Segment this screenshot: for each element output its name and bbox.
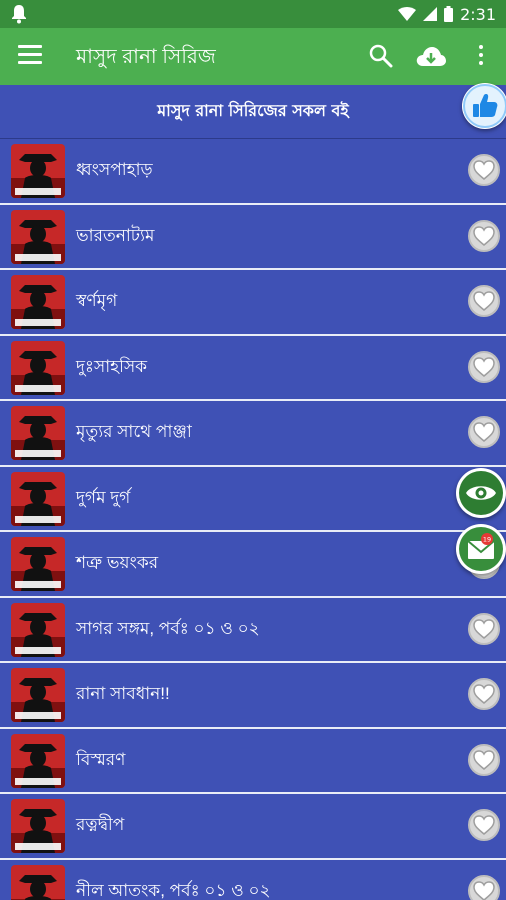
thumbs-up-button[interactable]	[462, 83, 506, 129]
favorite-heart-icon[interactable]	[468, 612, 500, 645]
book-cover-image	[11, 471, 65, 526]
book-row[interactable]: দুর্গম দুর্গ	[0, 467, 506, 532]
favorite-heart-icon[interactable]	[468, 678, 500, 710]
book-row[interactable]: সাগর সঙ্গম, পর্বঃ ০১ ও ০২	[0, 598, 506, 663]
favorite-heart-icon[interactable]	[468, 219, 500, 252]
book-row[interactable]: স্বর্ণমৃগ	[0, 270, 506, 336]
list-header-title: মাসুদ রানা সিরিজের সকল বই	[157, 101, 349, 120]
book-cover-image	[11, 406, 65, 460]
favorite-heart-icon[interactable]	[468, 154, 500, 186]
book-list: ধ্বংসপাহাড় ভারতনাট্যম স্বর্ণমৃগ দুঃসাহস…	[0, 139, 506, 900]
book-row[interactable]: নীল আতংক, পর্বঃ ০১ ও ০২	[0, 860, 506, 900]
eye-icon	[459, 471, 503, 515]
signal-icon	[423, 7, 438, 21]
book-title: ভারতনাট্যম	[76, 225, 155, 245]
more-vert-icon[interactable]	[474, 42, 488, 70]
search-icon[interactable]	[368, 43, 394, 69]
book-row[interactable]: ধ্বংসপাহাড়	[0, 139, 506, 205]
book-row[interactable]: বিস্মরণ	[0, 729, 506, 794]
book-title: ধ্বংসপাহাড়	[76, 160, 153, 179]
app-bar: মাসুদ রানা সিরিজ	[0, 28, 506, 85]
book-title: নীল আতংক, পর্বঃ ০১ ও ০২	[76, 880, 271, 900]
book-cover-image	[11, 144, 65, 198]
book-cover-image	[11, 799, 65, 853]
book-title: সাগর সঙ্গম, পর্বঃ ০১ ও ০২	[76, 618, 260, 638]
book-row[interactable]: রত্নদ্বীপ	[0, 794, 506, 860]
app-title: মাসুদ রানা সিরিজ	[76, 46, 216, 68]
favorite-heart-icon[interactable]	[468, 416, 500, 448]
thumbs-up-icon	[463, 84, 506, 128]
eye-button[interactable]	[456, 468, 506, 518]
book-cover-image	[11, 602, 65, 657]
book-title: বিস্মরণ	[76, 749, 126, 769]
book-title: দুঃসাহসিক	[76, 356, 148, 376]
favorite-heart-icon[interactable]	[468, 285, 500, 317]
mail-icon: 19	[459, 527, 503, 571]
book-cover-image	[11, 209, 65, 264]
cloud-download-icon[interactable]	[415, 42, 447, 70]
mail-badge: 19	[483, 536, 491, 544]
book-title: মৃত্যুর সাথে পাঞ্জা	[76, 422, 192, 441]
favorite-heart-icon[interactable]	[468, 350, 500, 383]
book-cover-image	[11, 864, 65, 900]
book-row[interactable]: ভারতনাট্যম	[0, 205, 506, 270]
book-title: রত্নদ্বীপ	[76, 815, 125, 834]
wifi-icon	[398, 7, 417, 21]
book-row[interactable]: রানা সাবধান!!	[0, 663, 506, 729]
book-row[interactable]: দুঃসাহসিক	[0, 336, 506, 401]
favorite-heart-icon[interactable]	[468, 809, 500, 841]
notification-bell-icon	[12, 5, 26, 24]
list-header: মাসুদ রানা সিরিজের সকল বই	[0, 85, 506, 139]
book-title: রানা সাবধান!!	[76, 684, 170, 703]
book-row[interactable]: মৃত্যুর সাথে পাঞ্জা	[0, 401, 506, 467]
favorite-heart-icon[interactable]	[468, 874, 500, 900]
book-title: স্বর্ণমৃগ	[76, 291, 118, 310]
book-title: দুর্গম দুর্গ	[76, 487, 131, 507]
book-cover-image	[11, 733, 65, 788]
book-cover-image	[11, 537, 65, 591]
book-title: শত্রু ভয়ংকর	[76, 553, 159, 572]
battery-icon	[444, 6, 454, 22]
menu-icon[interactable]	[18, 45, 42, 67]
book-row[interactable]: শত্রু ভয়ংকর	[0, 532, 506, 598]
mail-button[interactable]: 19	[456, 524, 506, 574]
status-time: 2:31	[460, 4, 496, 24]
status-bar: 2:31	[0, 0, 506, 28]
book-cover-image	[11, 275, 65, 329]
favorite-heart-icon[interactable]	[468, 743, 500, 776]
book-cover-image	[11, 668, 65, 722]
book-cover-image	[11, 340, 65, 395]
